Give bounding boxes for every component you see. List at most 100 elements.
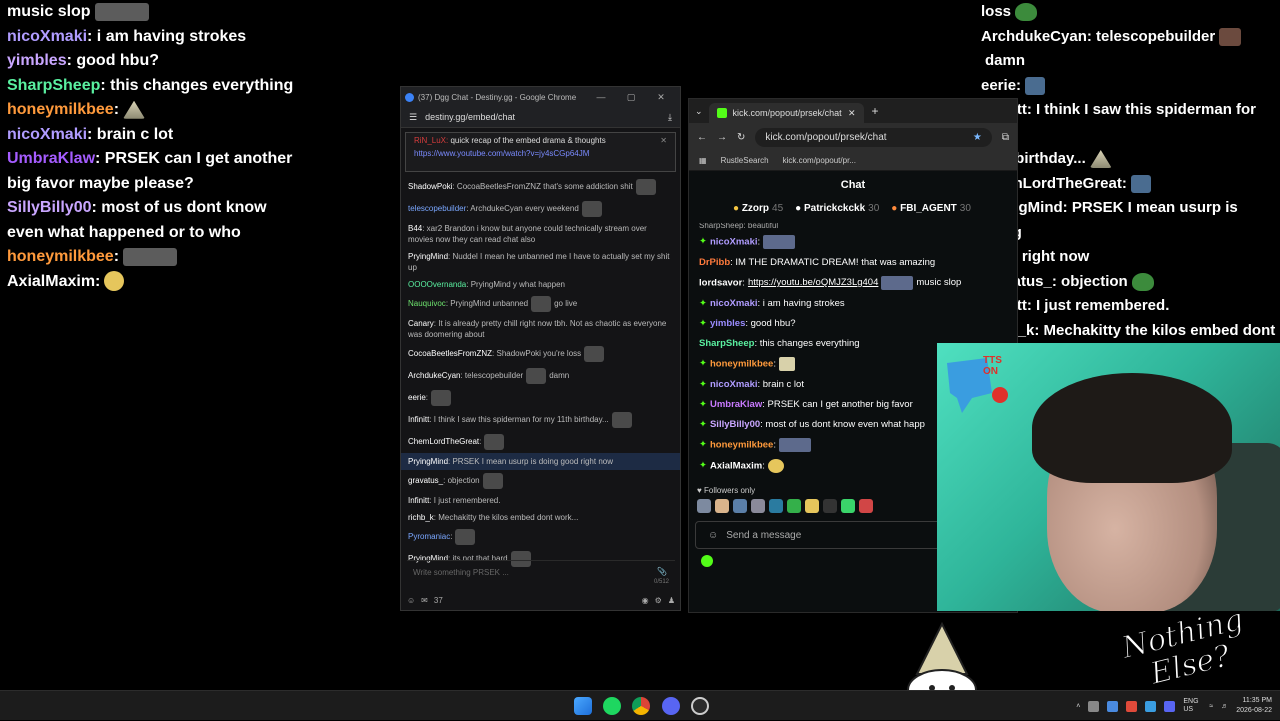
bookmark-kick-popout[interactable]: kick.com/popout/pr... bbox=[783, 156, 856, 165]
username[interactable]: ShadowPoki bbox=[408, 182, 452, 191]
language-indicator[interactable]: ENG US bbox=[1183, 698, 1201, 714]
username[interactable]: Nauquivoc bbox=[408, 299, 446, 308]
emote-icon bbox=[104, 271, 125, 292]
username[interactable]: ChemLordTheGreat bbox=[408, 437, 479, 446]
visibility-icon[interactable]: ◉ bbox=[642, 596, 649, 605]
message-link[interactable]: https://youtu.be/oQMJZ3Lg404 bbox=[748, 277, 878, 288]
dgg-titlebar[interactable]: (37) Dgg Chat - Destiny.gg - Google Chro… bbox=[401, 87, 680, 107]
address-bar[interactable]: ☰ destiny.gg/embed/chat ⤓ bbox=[401, 107, 680, 128]
forward-icon[interactable]: → bbox=[717, 132, 727, 143]
username[interactable]: telescopebuilder bbox=[408, 204, 466, 213]
username[interactable]: B44 bbox=[408, 224, 422, 233]
spotify-icon[interactable] bbox=[603, 697, 621, 715]
wifi-icon[interactable]: ≈ bbox=[1209, 703, 1213, 710]
url-text[interactable]: destiny.gg/embed/chat bbox=[425, 112, 668, 122]
username[interactable]: Canary bbox=[408, 319, 434, 328]
chrome-icon[interactable] bbox=[632, 697, 650, 715]
emoji-icon[interactable]: ☺ bbox=[708, 530, 718, 541]
dgg-chat-window[interactable]: (37) Dgg Chat - Destiny.gg - Google Chro… bbox=[400, 86, 681, 611]
close-icon[interactable]: ✕ bbox=[660, 136, 667, 145]
tray-app-icon[interactable] bbox=[1164, 700, 1176, 712]
message-text: : PryingMind y what happen bbox=[466, 280, 565, 289]
close-button[interactable]: ✕ bbox=[646, 92, 676, 103]
chat-input-placeholder[interactable]: Write something PRSEK ... bbox=[413, 568, 509, 577]
tab-strip[interactable]: ⌄ kick.com/popout/prsek/chat ✕ + bbox=[689, 99, 1017, 123]
obs-icon[interactable] bbox=[691, 697, 709, 715]
extensions-icon[interactable]: ⧉ bbox=[1002, 132, 1009, 143]
close-icon[interactable]: ✕ bbox=[848, 108, 856, 119]
username[interactable]: Infinitt bbox=[408, 496, 429, 505]
username[interactable]: nicoXmaki bbox=[710, 236, 758, 247]
badge-icon: ● bbox=[733, 203, 742, 214]
new-tab-icon[interactable]: + bbox=[872, 104, 879, 118]
emote-icon bbox=[526, 368, 547, 384]
chat-message: OOOOvernanda: PryingMind y what happen bbox=[401, 276, 680, 293]
bookmark-rustlesearch[interactable]: RustleSearch bbox=[721, 156, 769, 165]
username[interactable]: honeymilkbee bbox=[710, 358, 773, 369]
chat-message: Infinitt: I think I saw this spiderman f… bbox=[401, 409, 680, 431]
username[interactable]: ArchdukeCyan bbox=[408, 371, 460, 380]
username[interactable]: nicoXmaki bbox=[710, 379, 758, 390]
apps-icon[interactable]: ▦ bbox=[699, 156, 707, 165]
username[interactable]: UmbraKlaw bbox=[710, 399, 762, 410]
username[interactable]: SillyBilly00 bbox=[710, 419, 760, 430]
tray-app-icon[interactable] bbox=[1126, 700, 1138, 712]
gear-icon[interactable]: ⚙ bbox=[655, 596, 662, 605]
username[interactable]: nicoXmaki bbox=[710, 298, 758, 309]
username[interactable]: Pyromaniac bbox=[408, 532, 450, 541]
message-text: even what happened or to who bbox=[7, 223, 241, 241]
users-icon[interactable]: ♟ bbox=[668, 596, 675, 605]
chat-input[interactable]: Write something PRSEK ... 📎 0/512 bbox=[407, 560, 675, 585]
site-settings-icon[interactable]: ☰ bbox=[409, 112, 417, 123]
username[interactable]: richb_k bbox=[408, 513, 434, 522]
username[interactable]: eerie bbox=[408, 393, 426, 402]
badge-icon: ✦ bbox=[699, 439, 707, 451]
start-icon[interactable] bbox=[574, 697, 592, 715]
minimize-button[interactable]: — bbox=[586, 92, 616, 102]
tray-app-icon[interactable] bbox=[1088, 700, 1100, 712]
username[interactable]: gravatus_ bbox=[408, 476, 443, 485]
maximize-button[interactable]: ▢ bbox=[616, 92, 646, 103]
attach-icon[interactable]: 📎 bbox=[657, 567, 667, 576]
username[interactable]: lordsavor bbox=[699, 277, 742, 288]
username[interactable]: CocoaBeetlesFromZNZ bbox=[408, 349, 492, 358]
chat-message: ✦ yimbles: good hbu? bbox=[689, 313, 1017, 333]
message-text: big favor maybe please? bbox=[7, 174, 194, 192]
username[interactable]: yimbles bbox=[710, 318, 745, 329]
tray-app-icon[interactable] bbox=[1145, 700, 1157, 712]
pinned-link[interactable]: https://www.youtube.com/watch?v=jy4sCGp6… bbox=[414, 149, 667, 158]
chat-message: Nauquivoc: PryingMind unbanned go live bbox=[401, 293, 680, 315]
star-icon[interactable]: ★ bbox=[973, 132, 982, 143]
username[interactable]: OOOOvernanda bbox=[408, 280, 466, 289]
username[interactable]: honeymilkbee bbox=[710, 439, 773, 450]
tab-kick-chat[interactable]: kick.com/popout/prsek/chat ✕ bbox=[708, 103, 864, 123]
username: AxialMaxim bbox=[7, 272, 96, 290]
taskbar: ˄ ENG US ≈ ♬ 11:35 PM 2026-08-22 bbox=[0, 690, 1280, 720]
kick-logo-icon[interactable] bbox=[701, 555, 713, 567]
username[interactable]: SharpSheep bbox=[699, 338, 754, 349]
message-text: : good hbu? bbox=[745, 317, 796, 329]
url-text[interactable]: kick.com/popout/prsek/chat bbox=[765, 132, 886, 143]
username[interactable]: Infinitt bbox=[408, 415, 429, 424]
username[interactable]: PryingMind bbox=[408, 457, 448, 466]
chevron-up-icon[interactable]: ˄ bbox=[1076, 703, 1080, 710]
address-bar[interactable]: ← → ↻ kick.com/popout/prsek/chat ★ ⧉ bbox=[689, 123, 1017, 151]
discord-icon[interactable] bbox=[662, 697, 680, 715]
message-text: : brain c lot bbox=[87, 125, 174, 143]
username[interactable]: DrPibb bbox=[699, 257, 730, 268]
emote-menu-icon[interactable]: ☺ bbox=[407, 596, 415, 605]
reload-icon[interactable]: ↻ bbox=[737, 132, 745, 143]
badge-icon: ✦ bbox=[699, 398, 707, 410]
chevron-down-icon[interactable]: ⌄ bbox=[695, 106, 703, 117]
username[interactable]: PryingMind bbox=[408, 252, 448, 261]
clock[interactable]: 11:35 PM 2026-08-22 bbox=[1236, 696, 1272, 716]
send-placeholder[interactable]: Send a message bbox=[726, 530, 801, 541]
back-icon[interactable]: ← bbox=[697, 132, 707, 143]
username[interactable]: AxialMaxim bbox=[710, 460, 762, 471]
download-icon[interactable]: ⤓ bbox=[668, 112, 672, 123]
tray-app-icon[interactable] bbox=[1107, 700, 1119, 712]
emote-icon bbox=[431, 390, 452, 406]
volume-icon[interactable]: ♬ bbox=[1221, 703, 1228, 710]
whisper-icon[interactable]: ✉ bbox=[421, 596, 428, 605]
bookmarks-bar: ▦ RustleSearch kick.com/popout/pr... bbox=[689, 151, 1017, 171]
